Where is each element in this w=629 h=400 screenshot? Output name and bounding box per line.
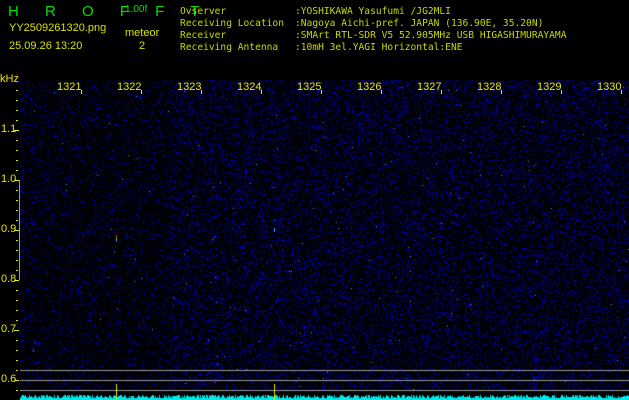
- x-tick: [501, 90, 502, 94]
- x-tick-label: 1328: [477, 81, 502, 93]
- y-tick-label: 0.7: [1, 323, 17, 335]
- info-value: :SMArt RTL-SDR V5 52.905MHz USB HIGASHIM…: [295, 30, 567, 41]
- info-label: Receiving Location: [180, 18, 284, 29]
- spectrogram: [20, 80, 629, 400]
- x-tick: [141, 90, 142, 94]
- y-tick: [16, 140, 18, 141]
- info-label: Receiving Antenna: [180, 42, 279, 53]
- x-tick-label: 1324: [237, 81, 262, 93]
- filename: YY2509261320.png: [9, 22, 107, 34]
- y-tick: [16, 90, 18, 91]
- x-tick: [381, 90, 382, 94]
- x-tick-label: 1329: [537, 81, 562, 93]
- x-tick: [441, 90, 442, 94]
- y-tick-label: 1.1: [1, 123, 17, 135]
- info-value: :Nagoya Aichi-pref. JAPAN (136.90E, 35.2…: [295, 18, 544, 29]
- y-tick: [16, 340, 18, 341]
- y-unit: kHz: [0, 73, 19, 85]
- y-tick-label: 1.0: [1, 173, 17, 185]
- y-tick: [16, 320, 18, 321]
- y-tick: [16, 310, 18, 311]
- y-tick: [16, 210, 18, 211]
- y-tick: [14, 280, 19, 281]
- info-values: :YOSHIKAWA Yasufumi /JG2MLI :Nagoya Aich…: [295, 6, 566, 54]
- range-marker: [19, 180, 20, 280]
- y-tick-label: 0.8: [1, 273, 17, 285]
- y-tick: [16, 120, 18, 121]
- x-tick: [621, 90, 622, 94]
- x-tick-label: 1322: [117, 81, 142, 93]
- info-label: Receiver: [180, 30, 227, 41]
- y-tick: [16, 250, 18, 251]
- x-tick: [561, 90, 562, 94]
- y-tick: [16, 390, 18, 391]
- y-tick-label: 0.6: [1, 373, 17, 385]
- y-tick: [14, 130, 19, 131]
- y-tick: [16, 160, 18, 161]
- y-tick: [16, 290, 18, 291]
- x-tick-label: 1323: [177, 81, 202, 93]
- x-tick-label: 1321: [57, 81, 82, 93]
- x-tick: [321, 90, 322, 94]
- y-tick: [16, 260, 18, 261]
- x-tick-label: 1325: [297, 81, 322, 93]
- y-tick: [16, 190, 18, 191]
- info-label: Ovserver: [180, 6, 227, 17]
- y-tick: [14, 380, 19, 381]
- meteor-count: 2: [139, 40, 146, 52]
- y-tick-label: 0.9: [1, 223, 17, 235]
- y-tick: [14, 330, 19, 331]
- x-tick: [261, 90, 262, 94]
- meteor-label: meteor: [125, 27, 160, 39]
- y-tick: [16, 170, 18, 171]
- y-tick: [16, 300, 18, 301]
- y-tick: [16, 360, 18, 361]
- y-tick: [16, 200, 18, 201]
- y-tick: [16, 270, 18, 271]
- y-tick: [16, 100, 18, 101]
- x-tick: [201, 90, 202, 94]
- datetime: 25.09.26 13:20: [9, 40, 83, 52]
- y-tick: [16, 220, 18, 221]
- x-tick-label: 1330: [597, 81, 622, 93]
- info-labels: Ovserver Receiving Location Receiver Rec…: [180, 6, 284, 54]
- y-tick: [16, 110, 18, 111]
- x-tick: [81, 90, 82, 94]
- x-tick-label: 1327: [417, 81, 442, 93]
- y-tick: [16, 240, 18, 241]
- y-tick: [16, 150, 18, 151]
- version: 1.00f: [125, 4, 148, 15]
- info-value: :10mH 3el.YAGI Horizontal:ENE: [295, 42, 463, 53]
- y-tick: [16, 370, 18, 371]
- info-value: :YOSHIKAWA Yasufumi /JG2MLI: [295, 6, 451, 17]
- y-tick: [16, 350, 18, 351]
- x-tick-label: 1326: [357, 81, 382, 93]
